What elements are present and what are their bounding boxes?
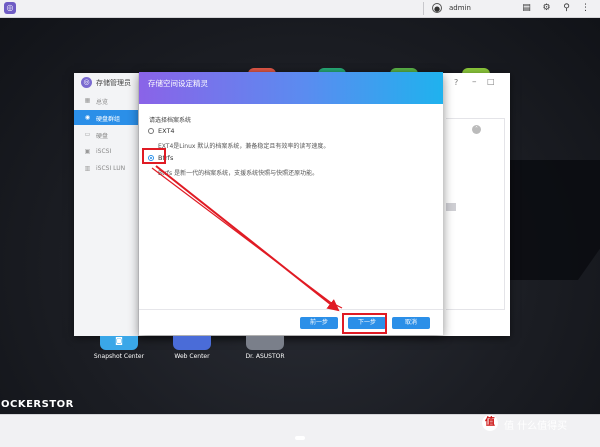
- launcher-label: Dr. ASUSTOR: [245, 353, 285, 360]
- camera-icon: ◙: [115, 336, 123, 345]
- watermark-logo-icon: 值: [482, 415, 498, 431]
- arrow-line: [155, 165, 340, 312]
- arrow-line: [151, 167, 331, 303]
- launcher-dr-asustor[interactable]: Dr. ASUSTOR: [245, 336, 285, 360]
- launcher-snapshot-center[interactable]: ◙ Snapshot Center: [94, 336, 144, 360]
- launcher-web-center[interactable]: Web Center: [172, 336, 212, 360]
- snapshot-center-icon[interactable]: ◙: [100, 336, 138, 350]
- dr-asustor-icon[interactable]: [246, 336, 284, 350]
- brand-text: OCKERSTOR: [1, 399, 74, 410]
- annotation-arrows: [151, 165, 343, 312]
- web-center-icon[interactable]: [173, 336, 211, 350]
- launcher-label: Snapshot Center: [93, 353, 145, 360]
- page-indicator[interactable]: [295, 436, 305, 440]
- launcher-label: Web Center: [174, 353, 210, 360]
- watermark-text: 值 什么值得买: [504, 421, 568, 432]
